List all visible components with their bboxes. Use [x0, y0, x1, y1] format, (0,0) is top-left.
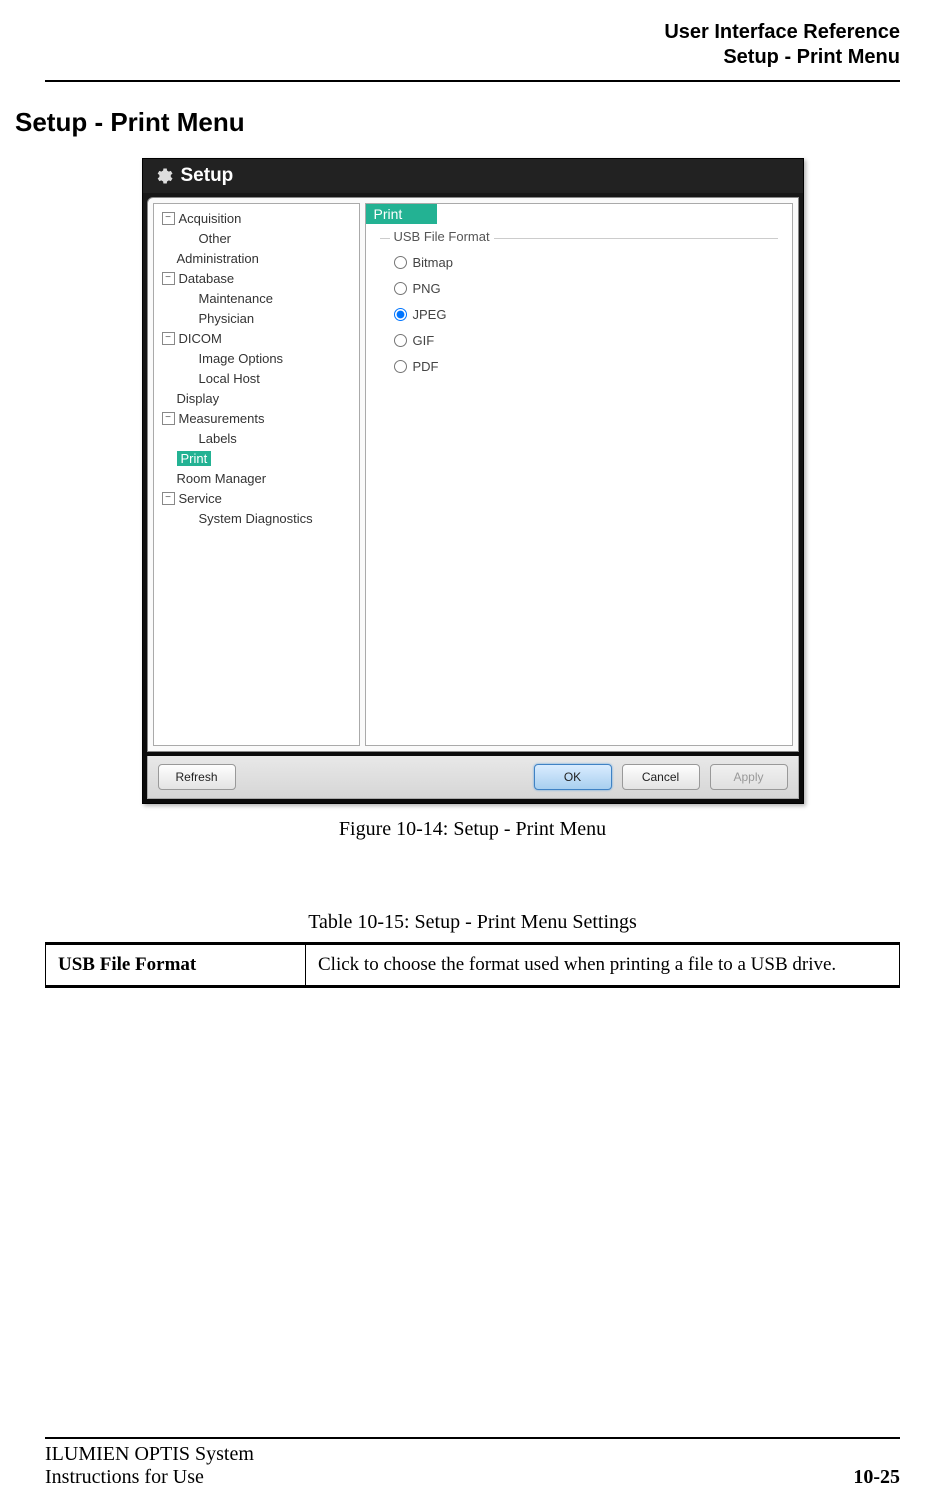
apply-button[interactable]: Apply: [710, 764, 788, 790]
header-rule: [45, 80, 900, 82]
refresh-button[interactable]: Refresh: [158, 764, 236, 790]
radio-bitmap[interactable]: Bitmap: [394, 249, 764, 275]
collapse-icon[interactable]: −: [162, 212, 175, 225]
table-row: USB File Format Click to choose the form…: [46, 944, 900, 987]
radio-pdf[interactable]: PDF: [394, 353, 764, 379]
tree-item-labels[interactable]: Labels: [154, 428, 359, 448]
tree-item-system-diagnostics[interactable]: System Diagnostics: [154, 508, 359, 528]
settings-table: USB File Format Click to choose the form…: [45, 942, 900, 988]
header-line-1: User Interface Reference: [45, 20, 900, 45]
page-header: User Interface Reference Setup - Print M…: [45, 20, 900, 70]
setup-titlebar: Setup: [143, 159, 803, 193]
tree-item-print[interactable]: Print: [154, 448, 359, 468]
table-caption: Table 10-15: Setup - Print Menu Settings: [45, 911, 900, 934]
setting-value: Click to choose the format used when pri…: [306, 944, 900, 987]
footer-system-line2: Instructions for Use: [45, 1466, 254, 1489]
tree-item-database[interactable]: −Database: [154, 268, 359, 288]
tree-item-acquisition[interactable]: −Acquisition: [154, 208, 359, 228]
print-settings-panel: Print USB File Format Bitmap PNG JPEG GI…: [365, 203, 793, 746]
usb-file-format-group: USB File Format Bitmap PNG JPEG GIF PDF: [380, 238, 778, 389]
settings-tree[interactable]: −Acquisition Other Administration −Datab…: [153, 203, 360, 746]
radio-gif[interactable]: GIF: [394, 327, 764, 353]
setup-title-text: Setup: [181, 165, 234, 187]
cancel-button[interactable]: Cancel: [622, 764, 700, 790]
footer-rule: [45, 1437, 900, 1439]
group-label: USB File Format: [390, 229, 494, 244]
tree-item-image-options[interactable]: Image Options: [154, 348, 359, 368]
setup-window: Setup −Acquisition Other Administration …: [142, 158, 804, 804]
collapse-icon[interactable]: −: [162, 332, 175, 345]
header-line-2: Setup - Print Menu: [45, 45, 900, 70]
tree-item-room-manager[interactable]: Room Manager: [154, 468, 359, 488]
tree-item-administration[interactable]: Administration: [154, 248, 359, 268]
section-title: Setup - Print Menu: [15, 107, 900, 138]
radio-jpeg[interactable]: JPEG: [394, 301, 764, 327]
tree-item-measurements[interactable]: −Measurements: [154, 408, 359, 428]
figure-caption: Figure 10-14: Setup - Print Menu: [339, 818, 606, 841]
tree-item-other[interactable]: Other: [154, 228, 359, 248]
collapse-icon[interactable]: −: [162, 492, 175, 505]
tree-item-maintenance[interactable]: Maintenance: [154, 288, 359, 308]
collapse-icon[interactable]: −: [162, 272, 175, 285]
footer-system-line1: ILUMIEN OPTIS System: [45, 1443, 254, 1466]
ok-button[interactable]: OK: [534, 764, 612, 790]
gear-icon: [153, 166, 173, 186]
button-bar: Refresh OK Cancel Apply: [147, 756, 799, 799]
tree-item-physician[interactable]: Physician: [154, 308, 359, 328]
tree-item-display[interactable]: Display: [154, 388, 359, 408]
setting-key: USB File Format: [46, 944, 306, 987]
collapse-icon[interactable]: −: [162, 412, 175, 425]
panel-title: Print: [366, 204, 437, 224]
tree-item-local-host[interactable]: Local Host: [154, 368, 359, 388]
tree-item-dicom[interactable]: −DICOM: [154, 328, 359, 348]
page-footer: ILUMIEN OPTIS System Instructions for Us…: [45, 1429, 900, 1489]
radio-png[interactable]: PNG: [394, 275, 764, 301]
page-number: 10-25: [853, 1466, 900, 1489]
footer-left: ILUMIEN OPTIS System Instructions for Us…: [45, 1443, 254, 1489]
tree-item-service[interactable]: −Service: [154, 488, 359, 508]
